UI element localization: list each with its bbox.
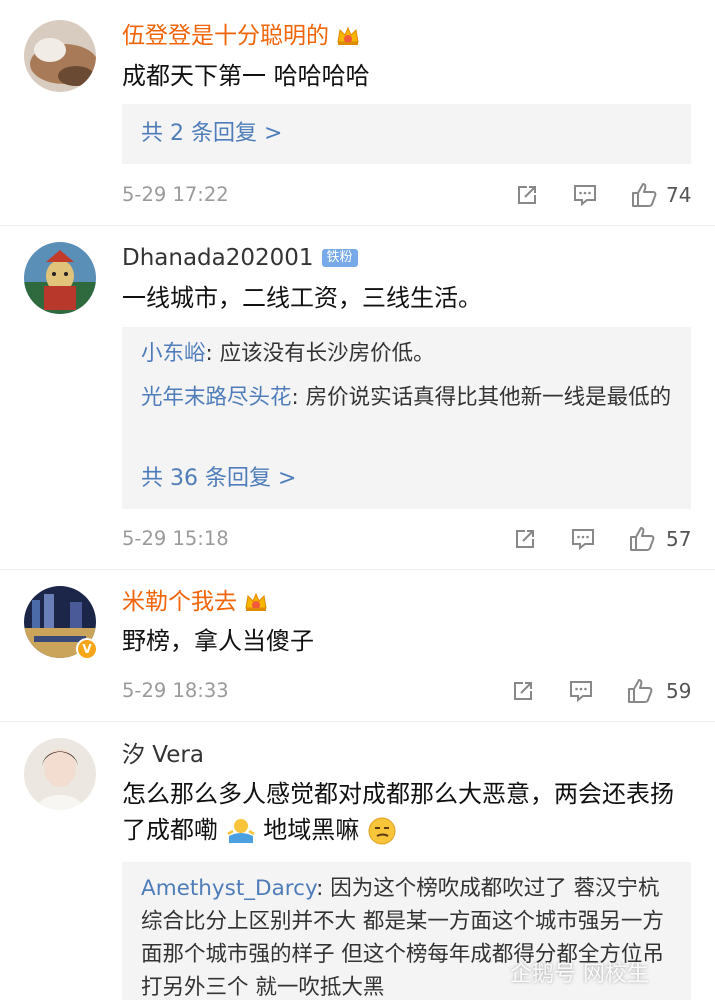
- comment-item: 伍登登是十分聪明的 成都天下第一 哈哈哈哈 共 2 条回复 > 5-29 17:…: [0, 0, 715, 226]
- comment-actions: 5-29 17:22 74: [122, 180, 691, 210]
- fan-badge: 铁粉: [321, 249, 358, 267]
- avatar[interactable]: [24, 20, 96, 92]
- username-text[interactable]: Dhanada202001: [122, 243, 314, 273]
- view-replies-link[interactable]: 共 2 条回复 >: [141, 119, 282, 149]
- comment-text: 野榜，拿人当傻子: [122, 627, 314, 655]
- like-count: 74: [666, 183, 692, 207]
- timestamp: 5-29 18:33: [122, 679, 229, 702]
- reply-text: : 房价说实话真得比其他新一线是最低的: [291, 385, 672, 410]
- reply-box[interactable]: 共 2 条回复 >: [122, 104, 691, 164]
- comment-icon[interactable]: [568, 678, 594, 704]
- shrug-emoji-icon: [226, 819, 255, 843]
- reply-username[interactable]: Amethyst_Darcy: [141, 876, 316, 901]
- repost-icon[interactable]: [510, 678, 536, 704]
- like-count: 57: [666, 527, 692, 551]
- reply-item[interactable]: 小东峪: 应该没有长沙房价低。: [141, 336, 681, 372]
- reply-username[interactable]: 光年末路尽头花: [141, 385, 292, 410]
- username-text[interactable]: 伍登登是十分聪明的: [122, 21, 329, 51]
- username[interactable]: 米勒个我去: [122, 587, 269, 617]
- username[interactable]: Dhanada202001 铁粉: [122, 243, 358, 273]
- view-replies-link[interactable]: 共 36 条回复 >: [141, 464, 296, 494]
- comment-actions: 5-29 18:33 59: [122, 676, 691, 706]
- comment-text: 成都天下第一 哈哈哈哈: [122, 62, 370, 90]
- reply-box[interactable]: 小东峪: 应该没有长沙房价低。 光年末路尽头花: 房价说实话真得比其他新一线是最…: [122, 327, 691, 509]
- like-icon[interactable]: [628, 525, 656, 553]
- like-icon[interactable]: [630, 181, 658, 209]
- username[interactable]: 伍登登是十分聪明的: [122, 21, 361, 51]
- username-text[interactable]: 汐 Vera: [122, 740, 204, 770]
- crown-icon: [245, 592, 267, 611]
- like-count: 59: [666, 679, 692, 703]
- verified-v-icon: V: [76, 638, 98, 660]
- reply-username[interactable]: 小东峪: [141, 341, 206, 366]
- username[interactable]: 汐 Vera: [122, 740, 204, 770]
- comment-text: 怎么那么多人感觉都对成都那么大恶意，两会还表扬了成都嘞 地域黑嘛: [122, 776, 692, 848]
- timestamp: 5-29 15:18: [122, 527, 229, 550]
- comment-item: V 米勒个我去 野榜，拿人当傻子 5-29 18:33 59: [0, 570, 715, 722]
- comment-text-part: 地域黑嘛: [263, 816, 360, 844]
- timestamp: 5-29 17:22: [122, 183, 229, 206]
- smirk-emoji-icon: [368, 817, 396, 845]
- comment-text: 一线城市，二线工资，三线生活。: [122, 284, 482, 312]
- avatar[interactable]: [24, 242, 96, 314]
- comment-text-part: 怎么那么多人感觉都对成都那么大恶意，两会还表扬了成都嘞: [122, 780, 674, 844]
- reply-text: : 应该没有长沙房价低。: [205, 341, 435, 366]
- crown-icon: [337, 26, 359, 45]
- repost-icon[interactable]: [514, 182, 540, 208]
- comment-item: Dhanada202001 铁粉 一线城市，二线工资，三线生活。 小东峪: 应该…: [0, 226, 715, 570]
- watermark: 企鹅号 网校生: [510, 962, 649, 987]
- comment-icon[interactable]: [572, 182, 598, 208]
- repost-icon[interactable]: [512, 526, 538, 552]
- comment-icon[interactable]: [570, 526, 596, 552]
- avatar[interactable]: [24, 738, 96, 810]
- comment-actions: 5-29 15:18 57: [122, 524, 691, 554]
- reply-item[interactable]: 光年末路尽头花: 房价说实话真得比其他新一线是最低的: [141, 380, 681, 416]
- username-text[interactable]: 米勒个我去: [122, 587, 237, 617]
- like-icon[interactable]: [626, 677, 654, 705]
